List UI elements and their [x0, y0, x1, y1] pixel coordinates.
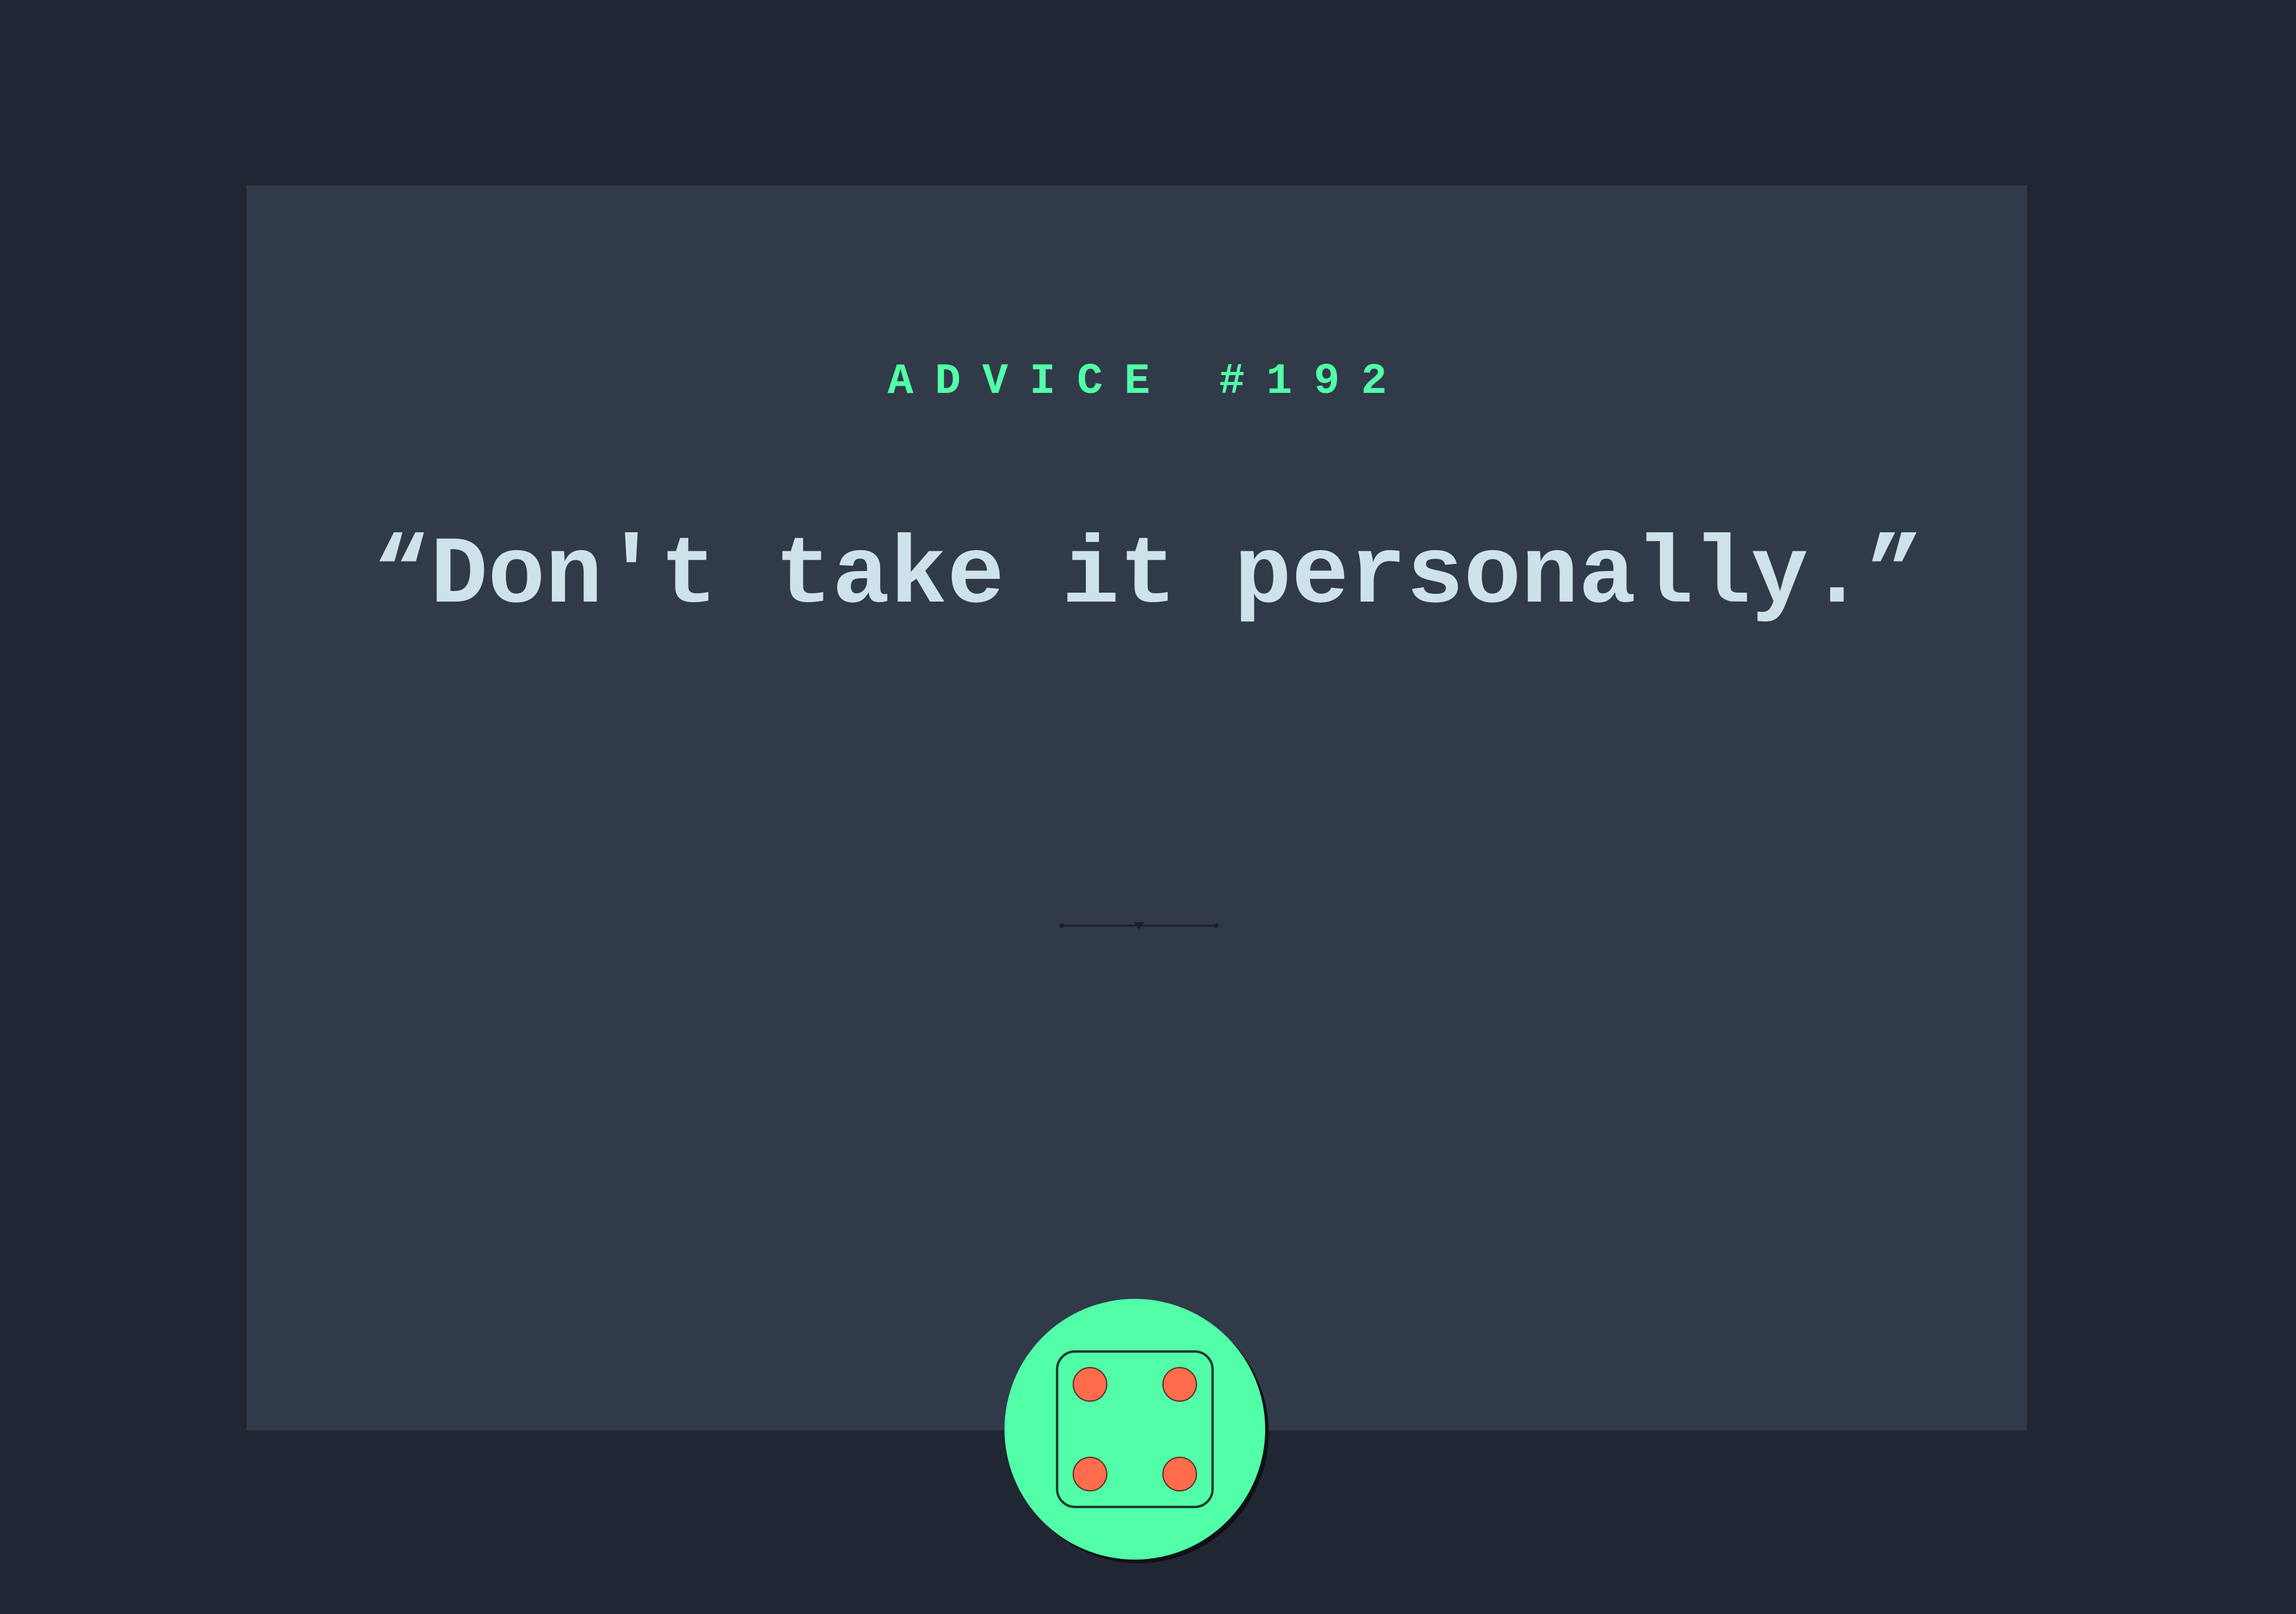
advice-id-label: ADVICE #192 [887, 357, 1409, 406]
advice-quote: “Don't take it personally.” [373, 523, 1923, 631]
page: ADVICE #192 “Don't take it personally.” [0, 0, 2296, 1614]
dice-icon [1056, 1350, 1214, 1508]
pattern-divider-icon [1060, 922, 1219, 929]
roll-dice-button[interactable] [1004, 1299, 1265, 1560]
